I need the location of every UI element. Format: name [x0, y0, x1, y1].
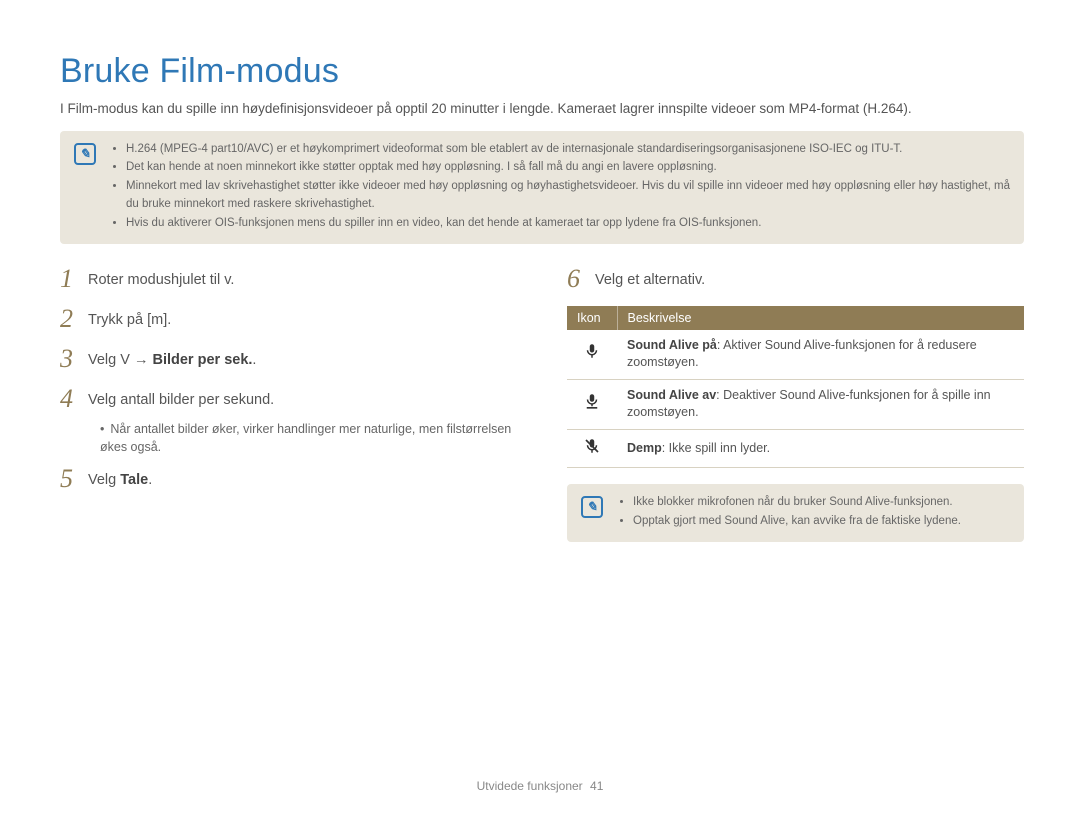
text: Roter modushjulet til	[88, 272, 224, 288]
footer-page-number: 41	[590, 779, 603, 793]
step-text: Velg Tale.	[88, 466, 152, 490]
step-number: 1	[60, 266, 88, 292]
steps-right: 6 Velg et alternativ.	[567, 266, 1024, 292]
text: Velg	[88, 472, 120, 488]
note-item: Ikke blokker mikrofonen når du bruker So…	[633, 494, 961, 512]
step-4: 4 Velg antall bilder per sekund.	[60, 386, 517, 412]
opt-title: Sound Alive av	[627, 388, 716, 402]
columns: 1 Roter modushjulet til v. 2 Trykk på [m…	[60, 266, 1024, 564]
mic-off-bar-icon	[583, 392, 601, 410]
mic-on-icon	[583, 342, 601, 360]
note-icon: ✎	[74, 143, 96, 165]
cell-desc: Demp: Ikke spill inn lyder.	[617, 429, 1024, 468]
step-text: Velg antall bilder per sekund.	[88, 386, 274, 410]
step-number: 2	[60, 306, 88, 332]
step-text: Roter modushjulet til v.	[88, 266, 234, 290]
text: Trykk på [	[88, 312, 151, 328]
step-1: 1 Roter modushjulet til v.	[60, 266, 517, 292]
note-icon: ✎	[581, 496, 603, 518]
note-item: Minnekort med lav skrivehastighet støtte…	[126, 178, 1010, 214]
note-box-bottom: ✎ Ikke blokker mikrofonen når du bruker …	[567, 484, 1024, 542]
sub-note: Når antallet bilder øker, virker handlin…	[60, 420, 517, 456]
text: .	[148, 472, 152, 488]
text: Velg	[88, 352, 120, 368]
text: ].	[163, 312, 171, 328]
step-text: Velg et alternativ.	[595, 266, 705, 290]
cell-icon	[567, 330, 617, 380]
th-icon: Ikon	[567, 306, 617, 330]
step-number: 6	[567, 266, 595, 292]
note-item: Det kan hende at noen minnekort ikke stø…	[126, 159, 1010, 177]
step-number: 4	[60, 386, 88, 412]
table-row: Sound Alive på: Aktiver Sound Alive-funk…	[567, 330, 1024, 380]
text: .	[230, 272, 234, 288]
arrow: →	[130, 352, 153, 368]
step-3: 3 Velg V → Bilder per sek..	[60, 346, 517, 372]
footer-section: Utvidede funksjoner	[477, 779, 583, 793]
bold-text: Bilder per sek.	[152, 352, 252, 368]
note-item: Hvis du aktiverer OIS-funksjonen mens du…	[126, 215, 1010, 233]
cell-icon	[567, 379, 617, 429]
note-item: Opptak gjort med Sound Alive, kan avvike…	[633, 513, 961, 531]
cell-desc: Sound Alive av: Deaktiver Sound Alive-fu…	[617, 379, 1024, 429]
cell-desc: Sound Alive på: Aktiver Sound Alive-funk…	[617, 330, 1024, 380]
step-text: Trykk på [m].	[88, 306, 171, 330]
note-list-top: H.264 (MPEG-4 part10/AVC) er et høykompr…	[110, 141, 1010, 234]
step-2: 2 Trykk på [m].	[60, 306, 517, 332]
opt-title: Demp	[627, 441, 662, 455]
page-container: Bruke Film-modus I Film-modus kan du spi…	[0, 0, 1080, 815]
steps-left: 1 Roter modushjulet til v. 2 Trykk på [m…	[60, 266, 517, 492]
th-desc: Beskrivelse	[617, 306, 1024, 330]
step-5: 5 Velg Tale.	[60, 466, 517, 492]
note-item: H.264 (MPEG-4 part10/AVC) er et høykompr…	[126, 141, 1010, 159]
table-row: Demp: Ikke spill inn lyder.	[567, 429, 1024, 468]
table-row: Sound Alive av: Deaktiver Sound Alive-fu…	[567, 379, 1024, 429]
menu-icon: m	[151, 312, 163, 328]
left-column: 1 Roter modushjulet til v. 2 Trykk på [m…	[60, 266, 517, 564]
step-number: 5	[60, 466, 88, 492]
page-footer: Utvidede funksjoner 41	[0, 779, 1080, 793]
mic-mute-icon	[583, 437, 601, 455]
cell-icon	[567, 429, 617, 468]
options-table: Ikon Beskrivelse Sound Alive på: Aktiver…	[567, 306, 1024, 469]
step-text: Velg V → Bilder per sek..	[88, 346, 256, 370]
right-column: 6 Velg et alternativ. Ikon Beskrivelse	[567, 266, 1024, 564]
step-number: 3	[60, 346, 88, 372]
bold-text: Tale	[120, 472, 148, 488]
note-list-bottom: Ikke blokker mikrofonen når du bruker So…	[617, 494, 961, 532]
text: .	[252, 352, 256, 368]
opt-desc: : Ikke spill inn lyder.	[662, 441, 770, 455]
page-title: Bruke Film-modus	[60, 52, 1024, 91]
opt-title: Sound Alive på	[627, 338, 717, 352]
step-6: 6 Velg et alternativ.	[567, 266, 1024, 292]
movie-icon: V	[120, 352, 130, 368]
intro-text: I Film-modus kan du spille inn høydefini…	[60, 99, 1020, 119]
note-box-top: ✎ H.264 (MPEG-4 part10/AVC) er et høykom…	[60, 131, 1024, 244]
